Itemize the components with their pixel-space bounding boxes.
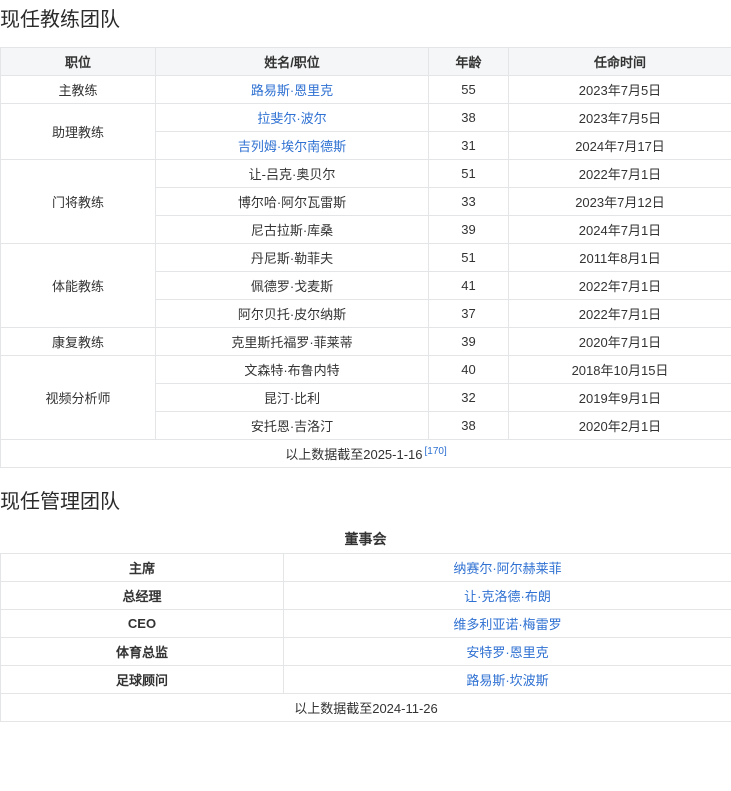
column-header-age: 年龄 bbox=[429, 48, 509, 76]
position-cell: 体能教练 bbox=[1, 244, 156, 328]
footnote-row: 以上数据截至2025-1-16[170] bbox=[1, 440, 731, 468]
coaching-section-heading: 现任教练团队 bbox=[0, 8, 731, 32]
name-cell: 吉列姆·埃尔南德斯 bbox=[156, 132, 429, 160]
table-row: 视频分析师文森特·布鲁内特402018年10月15日 bbox=[1, 356, 731, 384]
date-cell: 2022年7月1日 bbox=[509, 272, 731, 300]
name-cell: 安特罗·恩里克 bbox=[284, 638, 731, 666]
footnote-row: 以上数据截至2024-11-26 bbox=[1, 694, 731, 722]
name-cell: 拉斐尔·波尔 bbox=[156, 104, 429, 132]
footnote-text: 以上数据截至2025-1-16 bbox=[285, 447, 422, 462]
position-cell: 视频分析师 bbox=[1, 356, 156, 440]
age-cell: 33 bbox=[429, 188, 509, 216]
table-row: 体能教练丹尼斯·勒菲夫512011年8月1日 bbox=[1, 244, 731, 272]
age-cell: 41 bbox=[429, 272, 509, 300]
name-cell: 佩德罗·戈麦斯 bbox=[156, 272, 429, 300]
table-footnote: 以上数据截至2024-11-26 bbox=[1, 694, 731, 722]
table-row: CEO 维多利亚诺·梅雷罗 bbox=[1, 610, 731, 638]
name-cell: 博尔哈·阿尔瓦雷斯 bbox=[156, 188, 429, 216]
date-cell: 2022年7月1日 bbox=[509, 300, 731, 328]
age-cell: 51 bbox=[429, 244, 509, 272]
age-cell: 39 bbox=[429, 216, 509, 244]
age-cell: 55 bbox=[429, 76, 509, 104]
person-link[interactable]: 纳赛尔·阿尔赫莱菲 bbox=[453, 561, 561, 576]
table-row: 足球顾问 路易斯·坎波斯 bbox=[1, 666, 731, 694]
person-link[interactable]: 维多利亚诺·梅雷罗 bbox=[453, 617, 561, 632]
name-cell: 纳赛尔·阿尔赫莱菲 bbox=[284, 554, 731, 582]
table-row: 康复教练克里斯托福罗·菲莱蒂392020年7月1日 bbox=[1, 328, 731, 356]
position-cell: 门将教练 bbox=[1, 160, 156, 244]
management-section-heading: 现任管理团队 bbox=[0, 490, 731, 514]
coaching-table-foot: 以上数据截至2025-1-16[170] bbox=[1, 440, 731, 468]
header-row: 职位 姓名/职位 年龄 任命时间 bbox=[1, 48, 731, 76]
date-cell: 2011年8月1日 bbox=[509, 244, 731, 272]
position-cell: 主教练 bbox=[1, 76, 156, 104]
table-row: 助理教练拉斐尔·波尔382023年7月5日 bbox=[1, 104, 731, 132]
name-cell: 让·克洛德·布朗 bbox=[284, 582, 731, 610]
table-row: 总经理 让·克洛德·布朗 bbox=[1, 582, 731, 610]
age-cell: 38 bbox=[429, 104, 509, 132]
name-cell: 昆汀·比利 bbox=[156, 384, 429, 412]
position-cell: 康复教练 bbox=[1, 328, 156, 356]
coaching-table-body: 主教练路易斯·恩里克552023年7月5日助理教练拉斐尔·波尔382023年7月… bbox=[1, 76, 731, 440]
date-cell: 2018年10月15日 bbox=[509, 356, 731, 384]
board-table-caption: 董事会 bbox=[0, 531, 731, 547]
date-cell: 2020年7月1日 bbox=[509, 328, 731, 356]
column-header-position: 职位 bbox=[1, 48, 156, 76]
position-cell: 主席 bbox=[1, 554, 284, 582]
position-cell: 总经理 bbox=[1, 582, 284, 610]
name-cell: 阿尔贝托·皮尔纳斯 bbox=[156, 300, 429, 328]
date-cell: 2023年7月12日 bbox=[509, 188, 731, 216]
name-cell: 丹尼斯·勒菲夫 bbox=[156, 244, 429, 272]
table-row: 门将教练让-吕克·奥贝尔512022年7月1日 bbox=[1, 160, 731, 188]
management-table: 主席 纳赛尔·阿尔赫莱菲总经理 让·克洛德·布朗 CEO 维多利亚诺·梅雷罗体育总监 安特… bbox=[0, 553, 731, 722]
table-row: 体育总监 安特罗·恩里克 bbox=[1, 638, 731, 666]
date-cell: 2022年7月1日 bbox=[509, 160, 731, 188]
date-cell: 2024年7月1日 bbox=[509, 216, 731, 244]
table-row: 主席 纳赛尔·阿尔赫莱菲 bbox=[1, 554, 731, 582]
person-link[interactable]: 路易斯·坎波斯 bbox=[466, 673, 548, 688]
name-cell: 让-吕克·奥贝尔 bbox=[156, 160, 429, 188]
person-link[interactable]: 吉列姆·埃尔南德斯 bbox=[238, 139, 346, 154]
name-cell: 路易斯·恩里克 bbox=[156, 76, 429, 104]
coaching-table: 职位 姓名/职位 年龄 任命时间 主教练路易斯·恩里克552023年7月5日助理… bbox=[0, 47, 731, 468]
date-cell: 2020年2月1日 bbox=[509, 412, 731, 440]
position-cell: CEO bbox=[1, 610, 284, 638]
person-link[interactable]: 安特罗·恩里克 bbox=[466, 645, 548, 660]
age-cell: 51 bbox=[429, 160, 509, 188]
citation-sup: [170] bbox=[425, 446, 447, 457]
person-link[interactable]: 拉斐尔·波尔 bbox=[257, 111, 326, 126]
date-cell: 2023年7月5日 bbox=[509, 76, 731, 104]
column-header-date: 任命时间 bbox=[509, 48, 731, 76]
person-link[interactable]: 让·克洛德·布朗 bbox=[464, 589, 551, 604]
position-cell: 助理教练 bbox=[1, 104, 156, 160]
age-cell: 40 bbox=[429, 356, 509, 384]
name-cell: 维多利亚诺·梅雷罗 bbox=[284, 610, 731, 638]
date-cell: 2023年7月5日 bbox=[509, 104, 731, 132]
age-cell: 38 bbox=[429, 412, 509, 440]
name-cell: 尼古拉斯·库桑 bbox=[156, 216, 429, 244]
table-footnote: 以上数据截至2025-1-16[170] bbox=[1, 440, 731, 468]
article-content: 现任教练团队 职位 姓名/职位 年龄 任命时间 主教练路易斯·恩里克552023… bbox=[0, 8, 731, 722]
table-row: 主教练 路易斯·恩里克 552023年7月5日 bbox=[1, 76, 731, 104]
citation-link[interactable]: [170] bbox=[425, 446, 447, 457]
coaching-table-head: 职位 姓名/职位 年龄 任命时间 bbox=[1, 48, 731, 76]
age-cell: 31 bbox=[429, 132, 509, 160]
name-cell: 文森特·布鲁内特 bbox=[156, 356, 429, 384]
column-header-name: 姓名/职位 bbox=[156, 48, 429, 76]
date-cell: 2019年9月1日 bbox=[509, 384, 731, 412]
name-cell: 克里斯托福罗·菲莱蒂 bbox=[156, 328, 429, 356]
position-cell: 体育总监 bbox=[1, 638, 284, 666]
position-cell: 足球顾问 bbox=[1, 666, 284, 694]
age-cell: 37 bbox=[429, 300, 509, 328]
age-cell: 39 bbox=[429, 328, 509, 356]
person-link[interactable]: 路易斯·恩里克 bbox=[251, 83, 333, 98]
date-cell: 2024年7月17日 bbox=[509, 132, 731, 160]
management-table-foot: 以上数据截至2024-11-26 bbox=[1, 694, 731, 722]
age-cell: 32 bbox=[429, 384, 509, 412]
management-table-body: 主席 纳赛尔·阿尔赫莱菲总经理 让·克洛德·布朗 CEO 维多利亚诺·梅雷罗体育总监 安特… bbox=[1, 554, 731, 694]
name-cell: 路易斯·坎波斯 bbox=[284, 666, 731, 694]
name-cell: 安托恩·吉洛汀 bbox=[156, 412, 429, 440]
